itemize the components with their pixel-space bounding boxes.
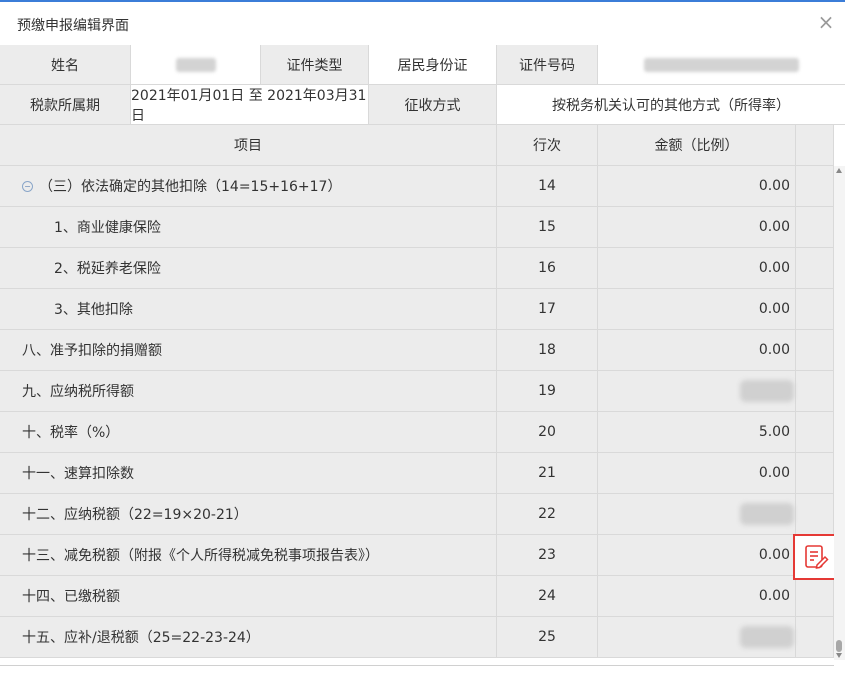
declaration-table: 项目 行次 金额（比例） − （三）依法确定的其他扣除（14=15+16+17）… <box>0 125 845 673</box>
row-item: 九、应纳税所得额 <box>0 371 497 412</box>
table-row: 八、准予扣除的捐赠额 18 0.00 <box>0 330 834 371</box>
row-line: 22 <box>497 494 598 535</box>
row-operation <box>796 330 834 371</box>
row-amount[interactable]: 5.00 <box>598 412 796 453</box>
row-operation <box>796 412 834 453</box>
period-value: 2021年01月01日 至 2021年03月31日 <box>131 85 369 125</box>
row-line: 17 <box>497 289 598 330</box>
redacted-amount <box>740 380 794 402</box>
row-amount[interactable]: 0.00 <box>598 453 796 494</box>
table-row: 十五、应补/退税额（25=22-23-24） 25 <box>0 617 834 658</box>
table-row: 十二、应纳税额（22=19×20-21） 22 <box>0 494 834 535</box>
edit-document-icon <box>805 545 829 569</box>
row-operation <box>796 453 834 494</box>
id-type-value: 居民身份证 <box>369 45 497 85</box>
table-row: 1、商业健康保险 15 0.00 <box>0 207 834 248</box>
row-line: 20 <box>497 412 598 453</box>
row-item-text: （三）依法确定的其他扣除（14=15+16+17） <box>39 179 342 195</box>
row-operation <box>796 576 834 617</box>
redacted-amount <box>740 626 794 648</box>
header-amount: 金额（比例） <box>598 125 796 166</box>
row-amount <box>598 494 796 535</box>
taxpayer-info: 姓名 证件类型 居民身份证 证件号码 税款所属期 2021年01月01日 至 2… <box>0 45 845 125</box>
redacted-amount <box>740 503 794 525</box>
row-item: 1、商业健康保险 <box>0 207 497 248</box>
row-operation <box>796 494 834 535</box>
row-item: 十五、应补/退税额（25=22-23-24） <box>0 617 497 658</box>
table-row: − （三）依法确定的其他扣除（14=15+16+17） 14 0.00 <box>0 166 834 207</box>
row-item: − （三）依法确定的其他扣除（14=15+16+17） <box>0 166 497 207</box>
row-item: 十二、应纳税额（22=19×20-21） <box>0 494 497 535</box>
row-amount[interactable]: 0.00 <box>598 248 796 289</box>
row-operation <box>796 617 834 658</box>
table-header: 项目 行次 金额（比例） <box>0 125 834 166</box>
scroll-up-arrow-icon[interactable] <box>836 168 842 173</box>
id-number-value <box>598 45 845 85</box>
dialog-titlebar: 预缴申报编辑界面 × <box>0 2 845 44</box>
table-row: 十三、减免税额（附报《个人所得税减免税事项报告表》） 23 0.00 <box>0 535 834 576</box>
row-amount[interactable]: 0.00 <box>598 166 796 207</box>
table-row: 2、税延养老保险 16 0.00 <box>0 248 834 289</box>
header-operation <box>796 125 834 166</box>
row-line: 24 <box>497 576 598 617</box>
row-amount <box>598 617 796 658</box>
table-row: 十四、已缴税额 24 0.00 <box>0 576 834 617</box>
collection-method-label: 征收方式 <box>369 85 497 125</box>
vertical-scrollbar[interactable] <box>834 166 845 660</box>
row-item: 十四、已缴税额 <box>0 576 497 617</box>
row-item: 十一、速算扣除数 <box>0 453 497 494</box>
row-item: 八、准予扣除的捐赠额 <box>0 330 497 371</box>
row-item: 十三、减免税额（附报《个人所得税减免税事项报告表》） <box>0 535 497 576</box>
row-item: 2、税延养老保险 <box>0 248 497 289</box>
period-label: 税款所属期 <box>0 85 131 125</box>
close-icon[interactable]: × <box>816 11 836 33</box>
row-amount[interactable]: 0.00 <box>598 576 796 617</box>
id-type-label: 证件类型 <box>261 45 369 85</box>
table-row: 十、税率（%） 20 5.00 <box>0 412 834 453</box>
row-line: 21 <box>497 453 598 494</box>
table-bottom-divider <box>0 665 834 666</box>
redacted-name <box>175 57 216 72</box>
row-operation <box>796 248 834 289</box>
scroll-down-arrow-icon[interactable] <box>836 653 842 658</box>
row-line: 25 <box>497 617 598 658</box>
row-item: 3、其他扣除 <box>0 289 497 330</box>
id-number-label: 证件号码 <box>497 45 598 85</box>
collection-method-value: 按税务机关认可的其他方式（所得率） <box>497 85 845 125</box>
row-operation <box>796 289 834 330</box>
row-line: 15 <box>497 207 598 248</box>
row-amount <box>598 371 796 412</box>
row-amount[interactable]: 0.00 <box>598 535 796 576</box>
row-line: 19 <box>497 371 598 412</box>
row-operation <box>796 371 834 412</box>
header-item: 项目 <box>0 125 497 166</box>
row-item: 十、税率（%） <box>0 412 497 453</box>
row-operation <box>796 207 834 248</box>
table-row: 十一、速算扣除数 21 0.00 <box>0 453 834 494</box>
row-line: 16 <box>497 248 598 289</box>
row-line: 23 <box>497 535 598 576</box>
edit-relief-report-button[interactable] <box>793 534 839 580</box>
table-row: 3、其他扣除 17 0.00 <box>0 289 834 330</box>
collapse-minus-icon[interactable]: − <box>22 180 33 192</box>
scrollbar-thumb[interactable] <box>836 640 842 652</box>
row-line: 14 <box>497 166 598 207</box>
name-value <box>131 45 261 85</box>
table-row: 九、应纳税所得额 19 <box>0 371 834 412</box>
row-amount[interactable]: 0.00 <box>598 330 796 371</box>
row-amount[interactable]: 0.00 <box>598 207 796 248</box>
name-label: 姓名 <box>0 45 131 85</box>
redacted-id-number <box>644 57 799 72</box>
row-line: 18 <box>497 330 598 371</box>
row-amount[interactable]: 0.00 <box>598 289 796 330</box>
header-line: 行次 <box>497 125 598 166</box>
dialog-title: 预缴申报编辑界面 <box>17 18 129 34</box>
row-operation <box>796 166 834 207</box>
